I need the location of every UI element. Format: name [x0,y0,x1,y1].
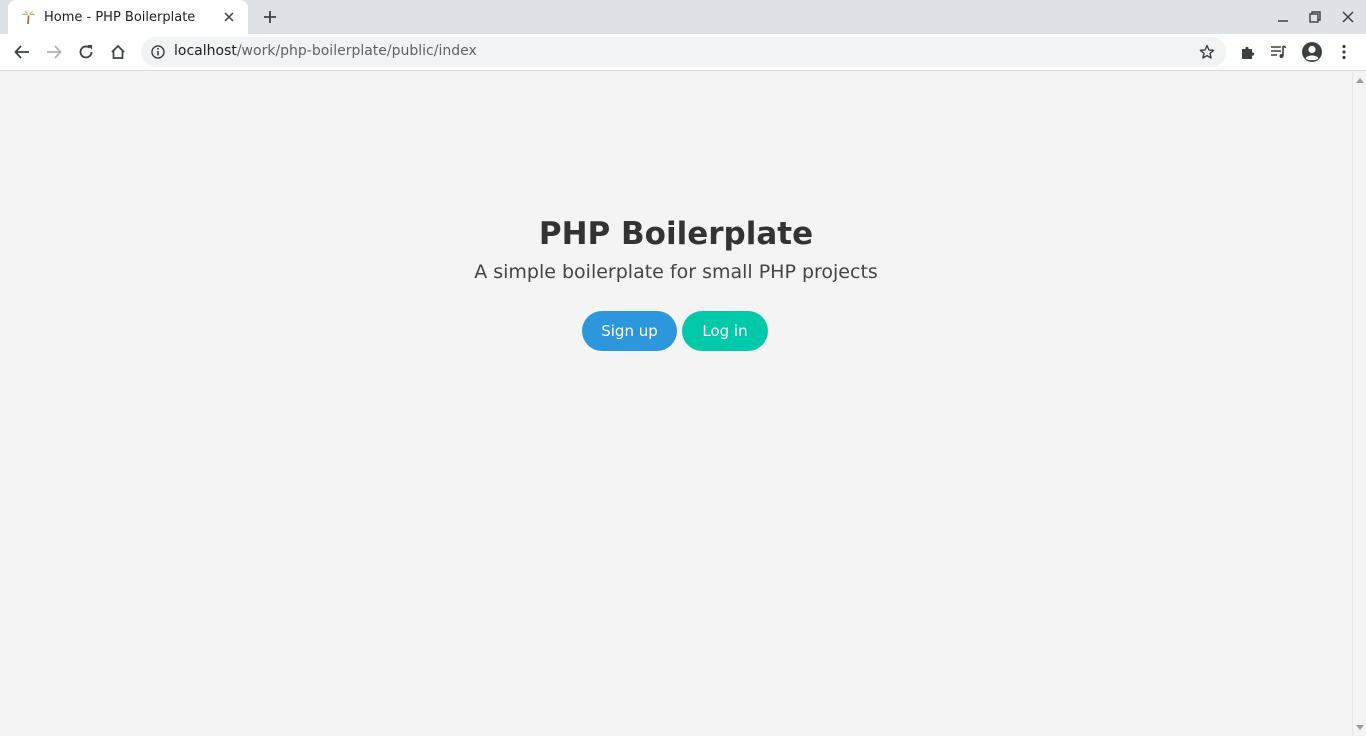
close-window-icon[interactable] [1338,7,1358,27]
palm-tree-icon [20,9,36,25]
browser-tab[interactable]: Home - PHP Boilerplate [8,0,248,34]
cta-buttons: Sign up Log in [0,311,1352,351]
scroll-up-arrow-icon[interactable] [1356,76,1364,84]
signup-button[interactable]: Sign up [582,311,677,351]
puzzle-icon[interactable] [1235,39,1261,65]
tab-title: Home - PHP Boilerplate [44,9,196,25]
page-title: PHP Boilerplate [538,216,814,252]
scroll-down-arrow-icon[interactable] [1356,724,1364,732]
new-tab-button[interactable] [258,5,282,29]
media-queue-icon[interactable] [1266,39,1292,65]
url-text[interactable]: localhost/work/php-boilerplate/public/in… [174,43,477,59]
tab-strip: Home - PHP Boilerplate [0,0,1366,34]
browser-toolbar: localhost/work/php-boilerplate/public/in… [0,34,1366,71]
login-button[interactable]: Log in [682,311,768,351]
page-viewport: PHP Boilerplate A simple boilerplate for… [0,72,1352,736]
vertical-scrollbar[interactable] [1352,72,1366,736]
reload-icon[interactable] [73,39,99,65]
info-icon[interactable] [150,44,166,60]
minimize-icon[interactable] [1273,7,1293,27]
close-tab-icon[interactable] [220,8,238,26]
page-subtitle: A simple boilerplate for small PHP proje… [474,261,878,283]
star-icon[interactable] [1198,43,1216,61]
kebab-menu-icon[interactable] [1331,39,1357,65]
url-host: localhost [174,43,237,59]
restore-icon[interactable] [1305,7,1325,27]
url-path: /work/php-boilerplate/public/index [236,43,477,59]
address-bar[interactable]: localhost/work/php-boilerplate/public/in… [141,37,1226,67]
home-icon[interactable] [105,39,131,65]
back-arrow-icon[interactable] [9,39,35,65]
hero-section: PHP Boilerplate A simple boilerplate for… [0,212,1352,351]
avatar-icon[interactable] [1299,39,1325,65]
forward-arrow-icon[interactable] [41,39,67,65]
